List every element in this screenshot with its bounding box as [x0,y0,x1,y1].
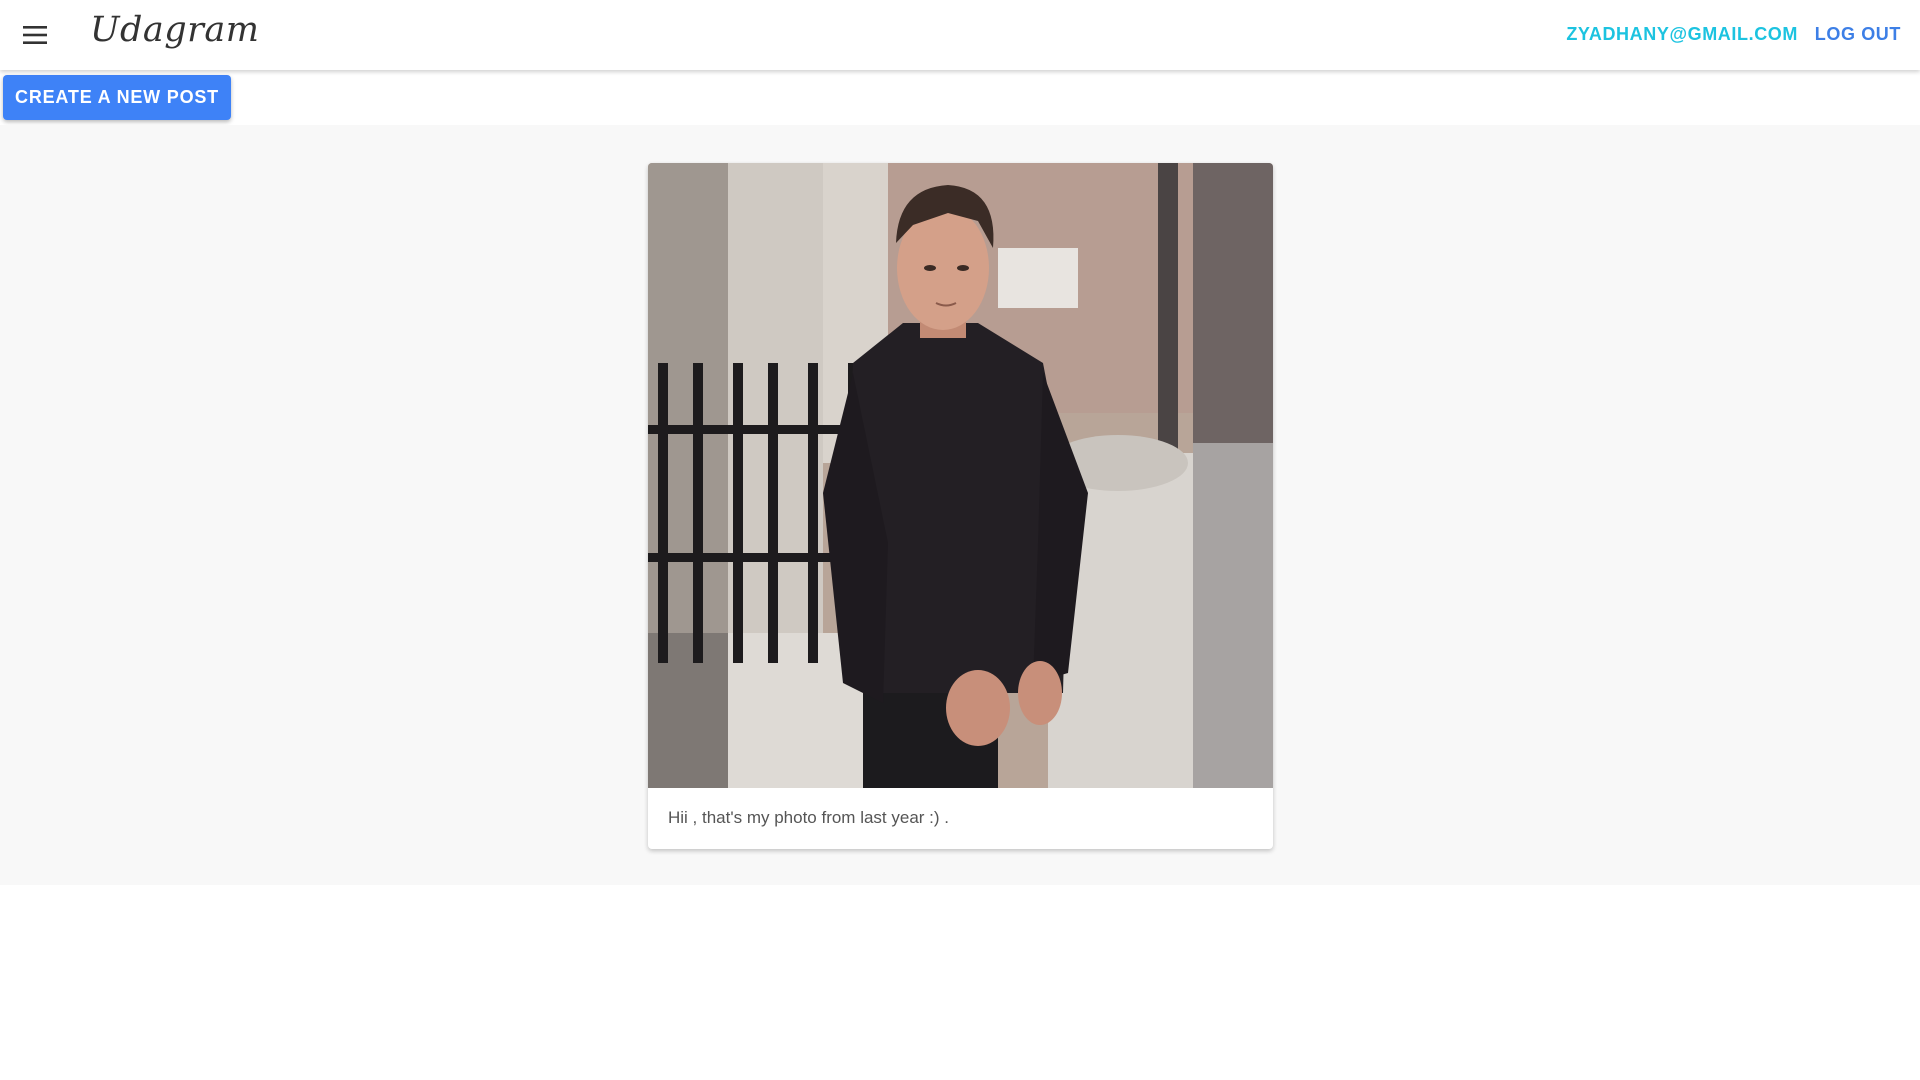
top-toolbar: Udagram ZYADHANY@GMAIL.COM LOG OUT [0,0,1920,70]
user-email-link[interactable]: ZYADHANY@GMAIL.COM [1566,24,1798,45]
action-bar: CREATE A NEW POST [0,70,1920,125]
create-new-post-button[interactable]: CREATE A NEW POST [3,75,231,120]
feed-area: Hii , that's my photo from last year :) … [0,125,1920,885]
post-photo [648,163,1273,788]
hamburger-menu-icon[interactable] [14,17,56,53]
post-caption: Hii , that's my photo from last year :) … [668,808,949,827]
app-logo[interactable]: Udagram [90,10,259,50]
logout-button[interactable]: LOG OUT [1815,24,1901,45]
post-card: Hii , that's my photo from last year :) … [648,163,1273,849]
